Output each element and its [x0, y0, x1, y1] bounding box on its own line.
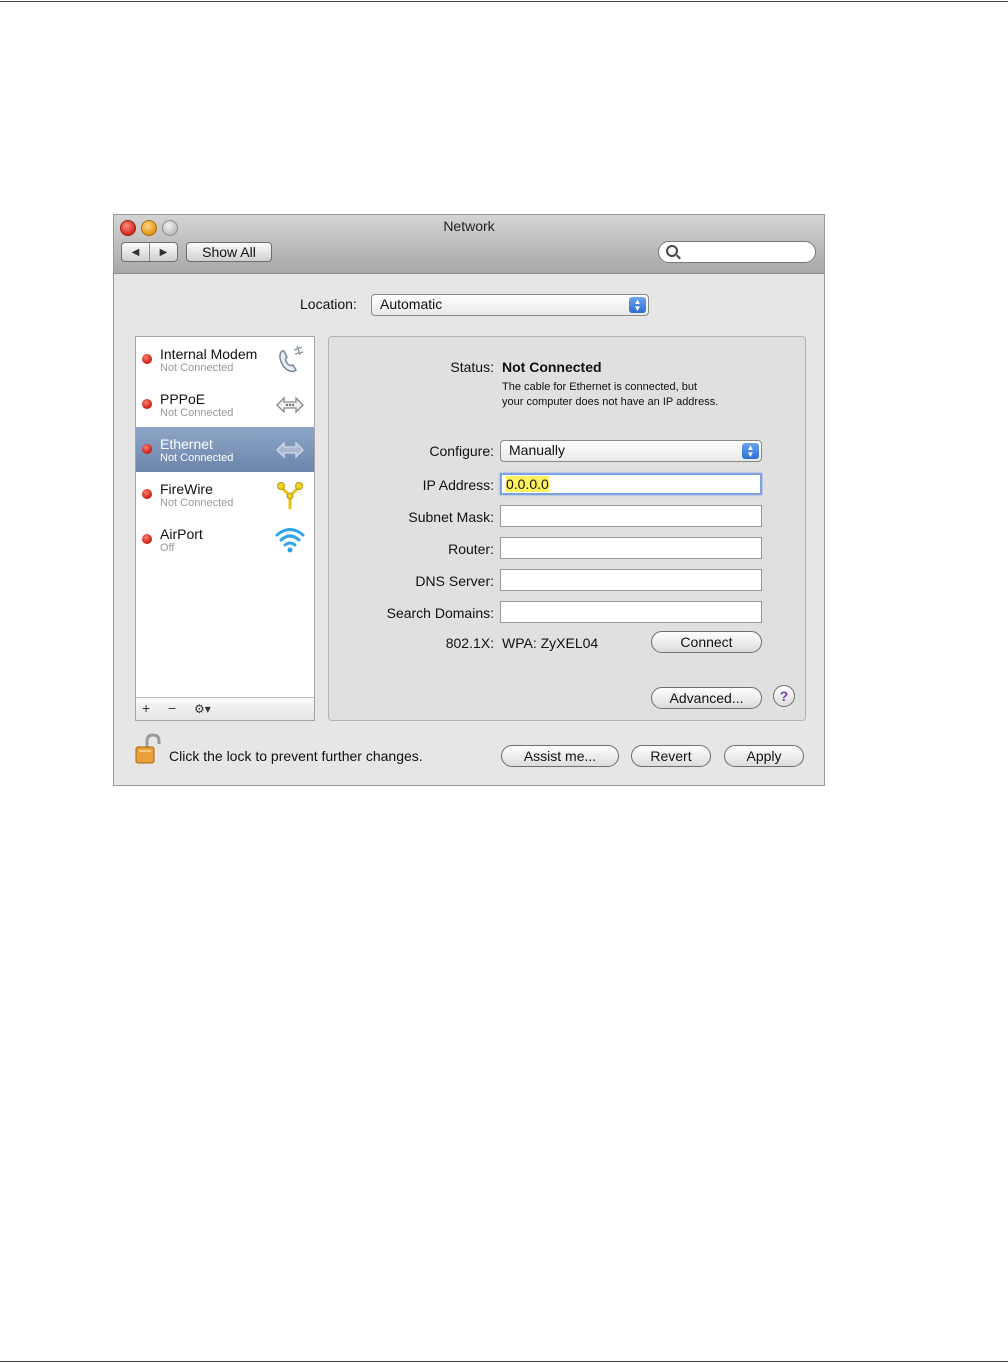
service-status: Off — [160, 542, 175, 554]
status-dot-icon — [142, 489, 152, 499]
service-name: AirPort — [160, 526, 203, 542]
status-label: Status: — [450, 359, 494, 375]
service-name: FireWire — [160, 481, 213, 497]
arrows-icon — [276, 396, 304, 414]
service-internal-modem[interactable]: Internal Modem Not Connected — [136, 337, 314, 382]
status-dot-icon — [142, 399, 152, 409]
router-label: Router: — [448, 541, 494, 557]
service-status: Not Connected — [160, 407, 234, 419]
service-airport[interactable]: AirPort Off — [136, 517, 314, 562]
service-name: PPPoE — [160, 391, 206, 407]
search-domains-label: Search Domains: — [386, 605, 494, 621]
service-name: Ethernet — [160, 436, 213, 452]
configure-label: Configure: — [429, 443, 494, 459]
nav-segment: ◀ ▶ — [121, 242, 178, 262]
ethernet-icon — [276, 441, 304, 459]
forward-button[interactable]: ▶ — [150, 243, 177, 261]
network-window: Network ◀ ▶ Show All Location: Automatic… — [113, 214, 825, 786]
service-status: Not Connected — [160, 362, 234, 374]
status-dot-icon — [142, 534, 152, 544]
firewire-icon — [277, 482, 303, 510]
revert-button[interactable]: Revert — [631, 745, 711, 767]
status-value: Not Connected — [502, 359, 602, 375]
configure-popup[interactable]: Manually ▲ ▼ — [500, 440, 762, 462]
remove-service-button[interactable]: − — [168, 700, 176, 716]
lock-message: Click the lock to prevent further change… — [169, 748, 423, 764]
status-description-line2: your computer does not have an IP addres… — [502, 396, 719, 408]
service-firewire[interactable]: FireWire Not Connected — [136, 472, 314, 517]
add-service-button[interactable]: + — [142, 700, 150, 716]
service-list: Internal Modem Not Connected PPPoE Not C… — [135, 336, 315, 721]
dot1x-value: WPA: ZyXEL04 — [502, 635, 599, 651]
subnet-mask-field[interactable] — [500, 505, 762, 527]
ip-address-value: 0.0.0.0 — [506, 476, 549, 492]
status-description-line1: The cable for Ethernet is connected, but — [502, 381, 698, 393]
configure-value: Manually — [509, 442, 566, 458]
dns-server-field[interactable] — [500, 569, 762, 591]
popup-arrows-icon: ▲ ▼ — [629, 297, 646, 313]
search-domains-field[interactable] — [500, 601, 762, 623]
subnet-mask-label: Subnet Mask: — [408, 509, 494, 525]
wifi-icon — [275, 528, 305, 553]
show-all-button[interactable]: Show All — [186, 242, 272, 262]
service-status: Not Connected — [160, 452, 234, 464]
advanced-button[interactable]: Advanced... — [651, 687, 762, 709]
location-value: Automatic — [380, 296, 443, 312]
apply-button[interactable]: Apply — [724, 745, 804, 767]
phone-icon — [279, 345, 304, 373]
service-status: Not Connected — [160, 497, 234, 509]
location-label: Location: — [300, 296, 357, 312]
window-title: Network — [443, 218, 495, 234]
router-field[interactable] — [500, 537, 762, 559]
search-icon — [666, 245, 678, 257]
popup-arrows-icon: ▲ ▼ — [742, 443, 759, 459]
status-dot-icon — [142, 444, 152, 454]
dot1x-label: 802.1X: — [445, 635, 494, 651]
location-popup[interactable]: Automatic ▲ ▼ — [371, 294, 649, 316]
assist-me-button[interactable]: Assist me... — [501, 745, 619, 767]
search-field[interactable] — [658, 241, 816, 263]
lock-icon[interactable] — [135, 733, 161, 765]
connect-button[interactable]: Connect — [651, 631, 762, 653]
page-bottom-rule — [0, 1361, 1008, 1362]
page-top-rule — [0, 1, 1008, 2]
detail-panel: Status: Not Connected The cable for Ethe… — [328, 336, 806, 721]
title-bar: Network ◀ ▶ Show All — [114, 215, 824, 274]
service-list-footer: + − ⚙▾ — [136, 697, 314, 720]
help-button[interactable]: ? — [773, 685, 795, 707]
service-name: Internal Modem — [160, 346, 258, 362]
back-button[interactable]: ◀ — [122, 243, 150, 261]
service-pppoe[interactable]: PPPoE Not Connected — [136, 382, 314, 427]
ip-address-field[interactable]: 0.0.0.0 — [500, 473, 762, 495]
status-dot-icon — [142, 354, 152, 364]
gear-menu-button[interactable]: ⚙▾ — [194, 702, 211, 716]
service-ethernet[interactable]: Ethernet Not Connected — [136, 427, 314, 472]
ip-address-label: IP Address: — [422, 477, 494, 493]
dns-server-label: DNS Server: — [415, 573, 494, 589]
